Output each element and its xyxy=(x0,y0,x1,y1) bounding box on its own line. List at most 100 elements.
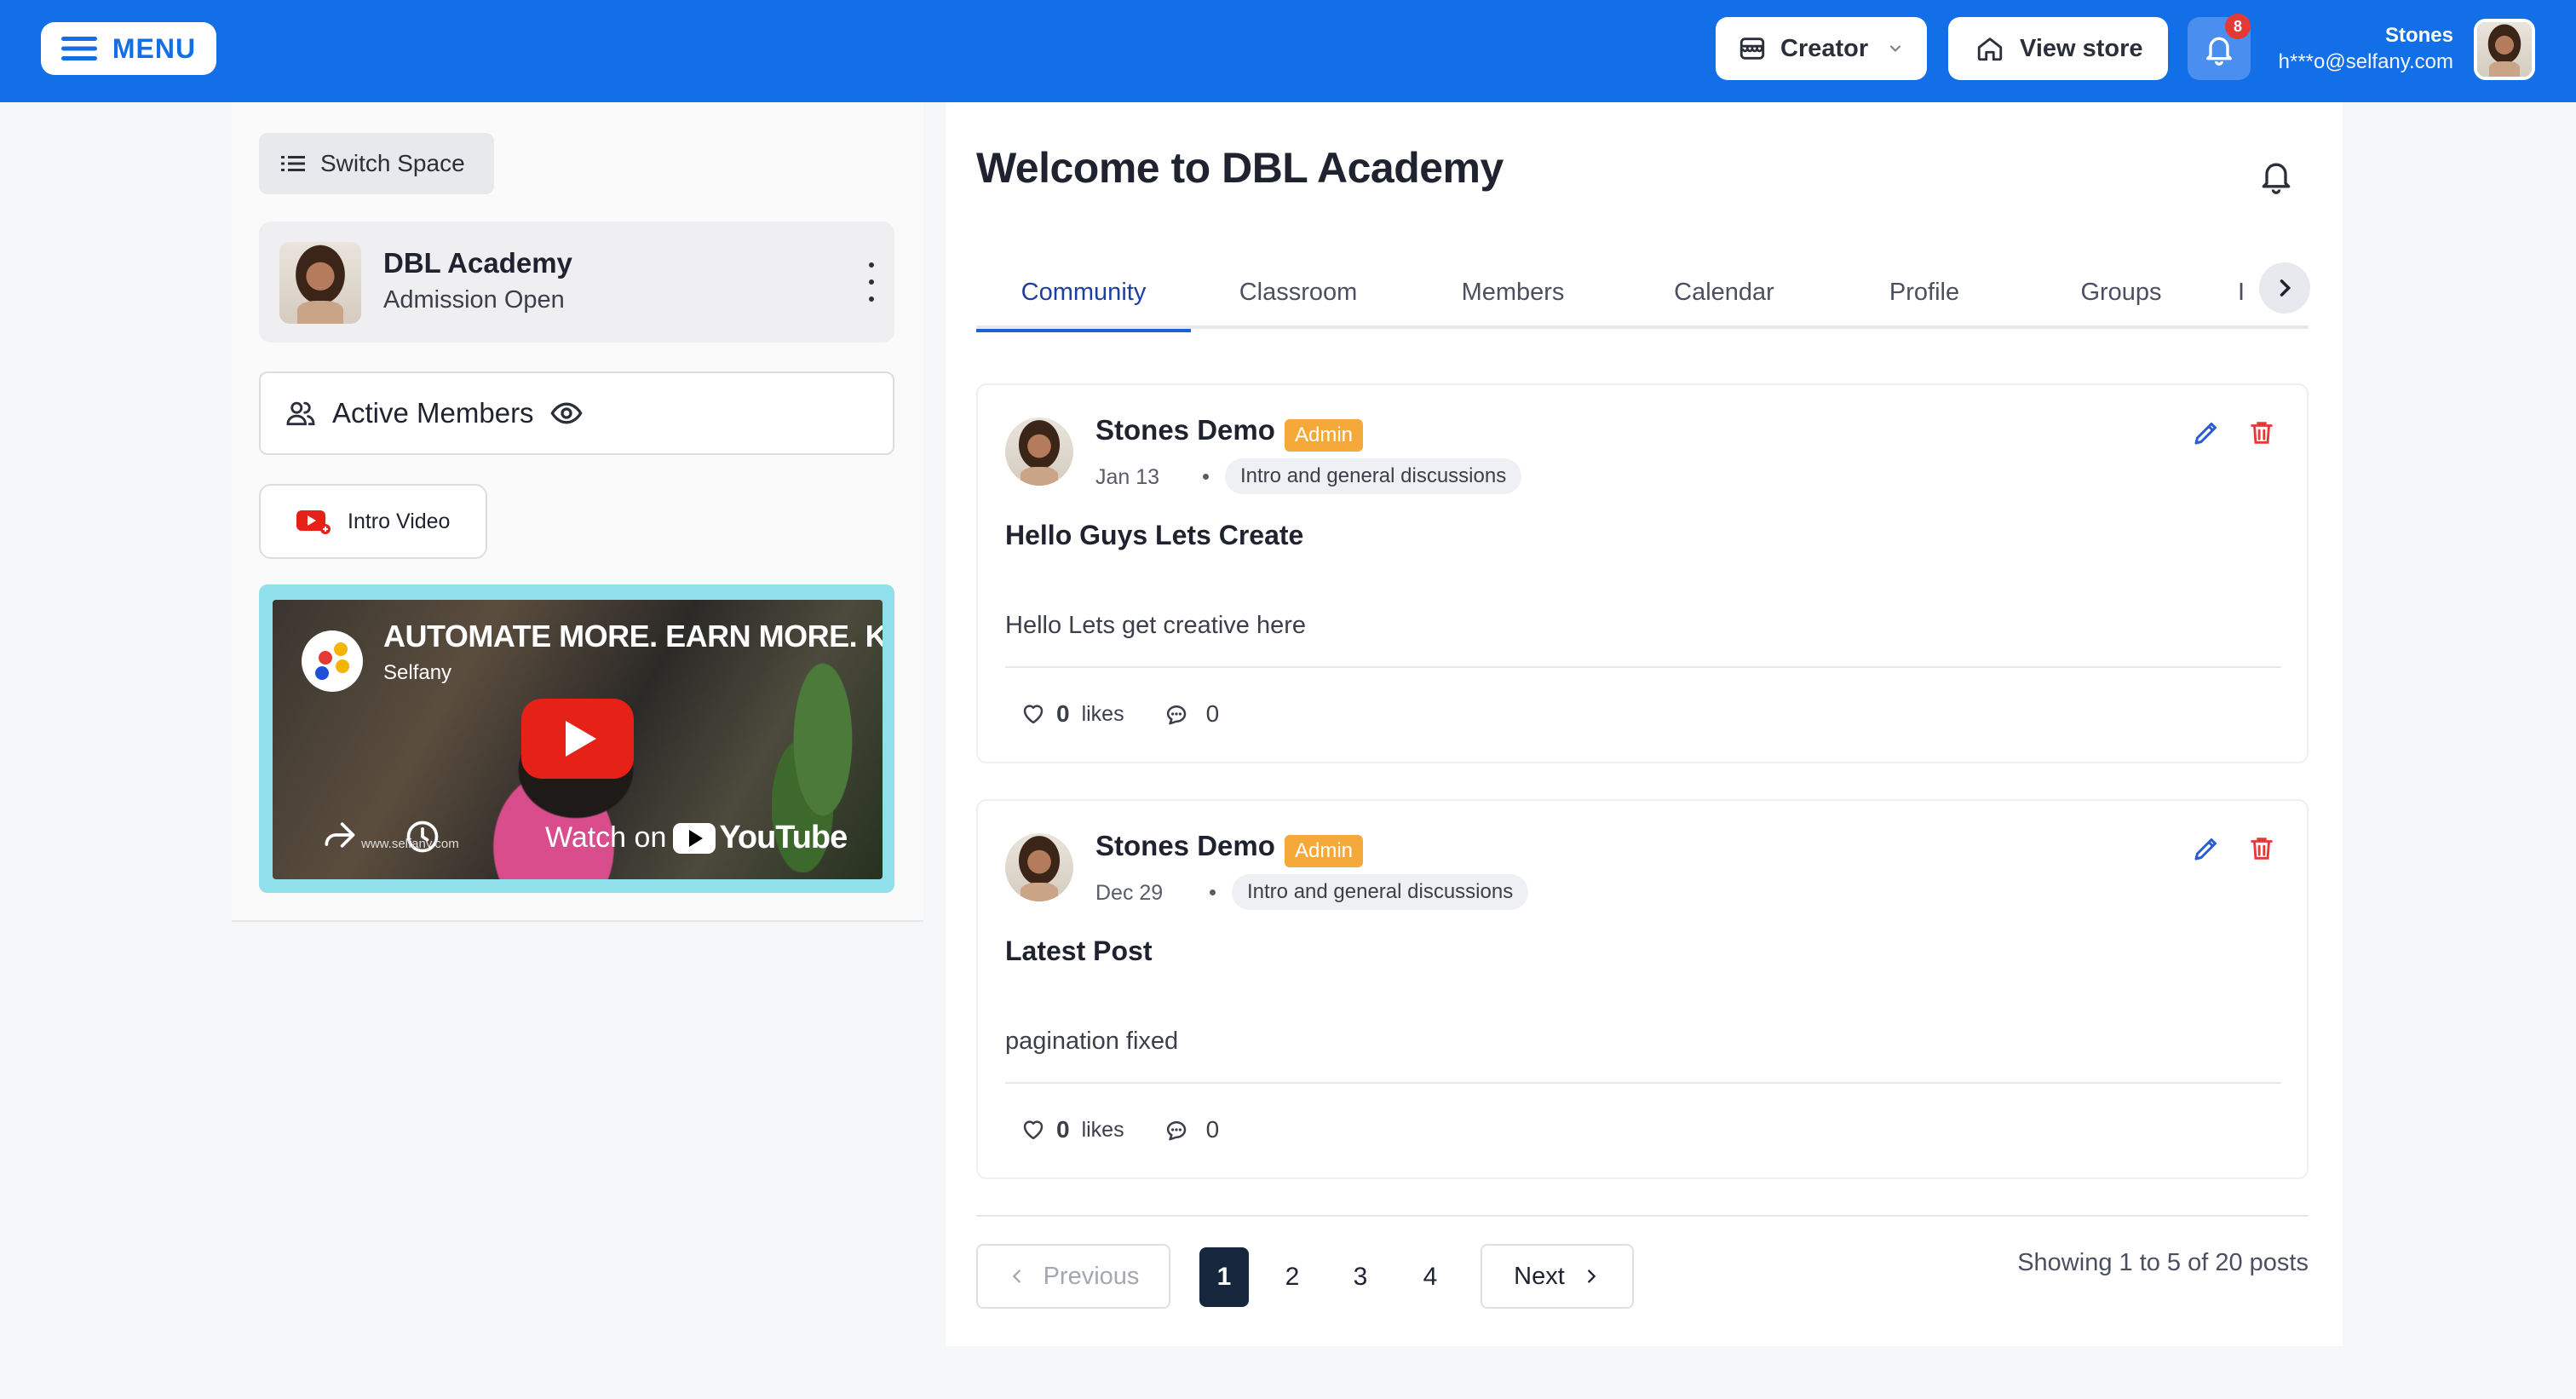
post-date: Jan 13 xyxy=(1095,465,1160,489)
comment-icon[interactable] xyxy=(1164,1117,1189,1143)
next-page-button[interactable]: Next xyxy=(1481,1244,1634,1309)
pagination-summary: Showing 1 to 5 of 20 posts xyxy=(2017,1249,2309,1276)
chevron-right-icon xyxy=(2280,279,2291,296)
pencil-icon[interactable] xyxy=(2191,417,2222,448)
page-number-4[interactable]: 4 xyxy=(1406,1247,1455,1307)
video-channel: Selfany xyxy=(383,661,452,684)
watch-on-label: Watch on xyxy=(545,821,667,854)
separator-dot xyxy=(1203,474,1209,480)
comment-icon[interactable] xyxy=(1164,701,1189,727)
video-url-text: www.selfany.com xyxy=(361,837,459,851)
divider xyxy=(1005,666,2281,668)
tab-groups[interactable]: Groups xyxy=(2021,256,2222,329)
page-number-1[interactable]: 1 xyxy=(1199,1247,1249,1307)
creator-dropdown[interactable]: Creator xyxy=(1716,17,1927,80)
switch-space-label: Switch Space xyxy=(320,150,465,176)
watch-on-youtube-link[interactable]: Watch on YouTube xyxy=(545,820,848,856)
likes-count: 0 xyxy=(1056,1116,1070,1143)
active-members-button[interactable]: Active Members xyxy=(259,371,894,455)
video-embed-frame: AUTOMATE MORE. EARN MORE. K Selfany www.… xyxy=(259,584,894,893)
space-title: DBL Academy xyxy=(383,247,572,279)
tabs-scroll-right-button[interactable] xyxy=(2259,262,2310,314)
sidebar: Switch Space DBL Academy Admission Open … xyxy=(232,102,923,922)
chevron-left-icon xyxy=(1012,1269,1021,1283)
switch-space-button[interactable]: Switch Space xyxy=(259,133,494,194)
space-card[interactable]: DBL Academy Admission Open xyxy=(259,222,894,343)
avatar[interactable] xyxy=(1005,833,1073,901)
comments-count: 0 xyxy=(1205,700,1220,727)
top-bar: MENU Creator View store 8 Stones h***o@s… xyxy=(0,0,2576,102)
divider xyxy=(976,1215,2309,1217)
post-category[interactable]: Intro and general discussions xyxy=(1232,874,1529,910)
active-members-label: Active Members xyxy=(332,397,534,429)
heart-icon[interactable] xyxy=(1021,701,1046,727)
users-icon xyxy=(286,401,315,426)
eye-icon xyxy=(549,402,583,424)
next-label: Next xyxy=(1514,1262,1565,1290)
likes-count: 0 xyxy=(1056,700,1070,727)
post-body: Hello Lets get creative here xyxy=(1005,612,1307,639)
post-category[interactable]: Intro and general discussions xyxy=(1225,458,1522,494)
view-store-button[interactable]: View store xyxy=(1948,17,2168,80)
creator-label: Creator xyxy=(1780,34,1869,62)
chevron-down-icon xyxy=(1890,45,1901,52)
menu-icon xyxy=(60,37,97,60)
share-icon[interactable] xyxy=(320,816,358,854)
user-info[interactable]: Stones h***o@selfany.com xyxy=(2279,22,2453,75)
tab-classroom[interactable]: Classroom xyxy=(1191,256,1406,329)
post-actions: 0 likes 0 xyxy=(1021,1116,1219,1143)
previous-page-button[interactable]: Previous xyxy=(976,1244,1170,1309)
post-title[interactable]: Latest Post xyxy=(1005,936,1152,967)
menu-label: MENU xyxy=(112,32,197,64)
comments-count: 0 xyxy=(1205,1116,1220,1143)
space-avatar xyxy=(279,242,361,324)
page-number-2[interactable]: 2 xyxy=(1268,1247,1317,1307)
tab-bar: Community Classroom Members Calendar Pro… xyxy=(976,256,2309,332)
heart-icon[interactable] xyxy=(1021,1117,1046,1143)
avatar[interactable] xyxy=(1005,417,1073,486)
post-card: Stones Demo Admin Dec 29 Intro and gener… xyxy=(976,799,2309,1179)
intro-video-button[interactable]: Intro Video xyxy=(259,484,487,559)
list-icon xyxy=(281,156,305,171)
channel-logo xyxy=(302,630,363,692)
trash-icon[interactable] xyxy=(2247,417,2276,448)
store-front-icon xyxy=(1739,37,1765,60)
video-title[interactable]: AUTOMATE MORE. EARN MORE. K xyxy=(383,619,883,654)
post-title[interactable]: Hello Guys Lets Create xyxy=(1005,520,1303,551)
menu-button[interactable]: MENU xyxy=(41,22,216,75)
more-options-icon[interactable] xyxy=(865,262,877,302)
tab-more[interactable]: I xyxy=(2228,256,2254,329)
tab-community[interactable]: Community xyxy=(976,256,1191,332)
user-email: h***o@selfany.com xyxy=(2278,50,2453,73)
likes-label: likes xyxy=(1081,701,1124,726)
home-icon xyxy=(1977,37,2003,61)
trash-icon[interactable] xyxy=(2247,833,2276,864)
view-store-label: View store xyxy=(2020,34,2143,62)
page-number-3[interactable]: 3 xyxy=(1336,1247,1385,1307)
likes-label: likes xyxy=(1081,1117,1124,1142)
video-thumbnail[interactable]: AUTOMATE MORE. EARN MORE. K Selfany www.… xyxy=(273,600,883,879)
post-body: pagination fixed xyxy=(1005,1028,1179,1055)
post-date: Dec 29 xyxy=(1095,881,1164,905)
previous-label: Previous xyxy=(1043,1262,1140,1290)
bell-icon[interactable] xyxy=(2257,155,2295,196)
admin-badge: Admin xyxy=(1285,835,1364,867)
post-card: Stones Demo Admin Jan 13 Intro and gener… xyxy=(976,383,2309,763)
play-button[interactable] xyxy=(521,699,634,779)
page-title: Welcome to DBL Academy xyxy=(976,144,1504,192)
tab-profile[interactable]: Profile xyxy=(1828,256,2021,329)
separator-dot xyxy=(1210,889,1216,895)
tab-members[interactable]: Members xyxy=(1406,256,1620,329)
youtube-icon xyxy=(296,510,331,534)
chevron-right-icon xyxy=(1587,1269,1596,1283)
avatar[interactable] xyxy=(2474,19,2535,80)
post-author[interactable]: Stones Demo xyxy=(1095,414,1275,446)
post-author[interactable]: Stones Demo xyxy=(1095,830,1275,862)
youtube-wordmark: YouTube xyxy=(719,820,848,855)
admin-badge: Admin xyxy=(1285,419,1364,452)
space-subtitle: Admission Open xyxy=(383,286,565,314)
tab-calendar[interactable]: Calendar xyxy=(1620,256,1828,329)
user-name: Stones xyxy=(2384,24,2453,47)
pencil-icon[interactable] xyxy=(2191,833,2222,864)
main-content: Welcome to DBL Academy Community Classro… xyxy=(946,102,2343,1346)
